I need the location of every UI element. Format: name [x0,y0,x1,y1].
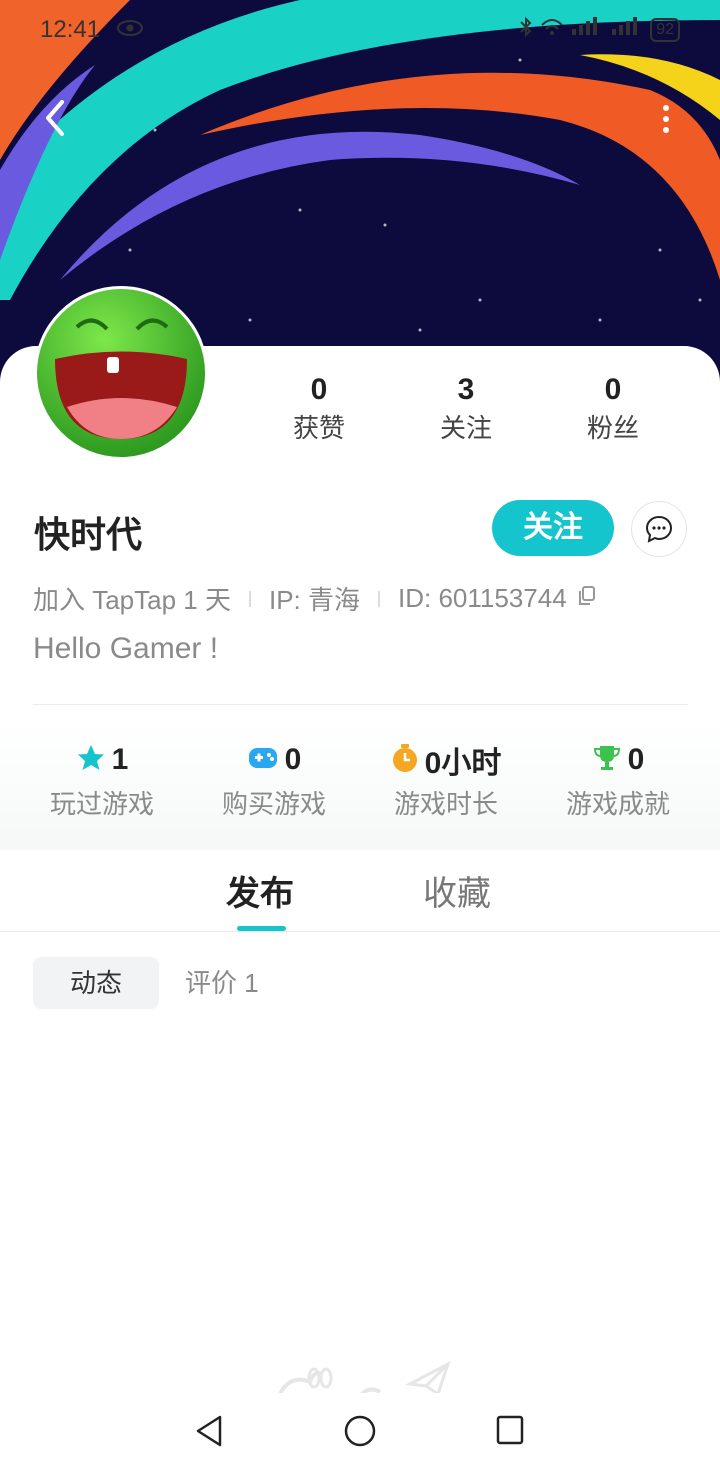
status-bar: 12:41 92 [0,0,720,60]
play-time-value: 0小时 [424,747,502,780]
eye-icon [116,18,144,44]
tab-favorites[interactable]: 收藏 [423,866,491,915]
empty-state-illustration [270,1360,460,1397]
avatar[interactable] [34,286,208,460]
gamepad-icon [247,745,279,776]
battery-indicator: 92 [650,18,680,42]
played-games-count: 1 [111,743,129,776]
nav-back-icon[interactable] [190,1411,230,1456]
tab-publish[interactable]: 发布 [226,866,294,915]
copy-icon[interactable] [577,583,597,614]
profile-meta: 加入 TapTap 1 天 IP: 青海 ID: 601153744 [33,580,597,617]
signal-icon [570,17,604,43]
message-button[interactable] [631,501,687,557]
divider [33,704,688,705]
likes-label: 获赞 [292,413,345,443]
game-stats-bar: 1 玩过游戏 0 购买游戏 0小时 游戏时长 0 游戏成就 [0,720,720,850]
signal-icon [610,17,644,43]
following-stat[interactable]: 3 关注 [411,372,521,446]
achievements-stat[interactable]: 0 游戏成就 [532,740,704,821]
join-info: 加入 TapTap 1 天 [33,585,231,615]
subtab-reviews[interactable]: 评价 1 [185,957,259,1009]
more-vertical-icon [663,105,669,133]
played-games-label: 玩过游戏 [49,789,154,819]
purchased-games-stat[interactable]: 0 购买游戏 [188,740,360,821]
system-nav-bar [0,1393,720,1469]
bluetooth-icon [518,16,534,44]
achievements-count: 0 [627,743,645,776]
tab-divider [0,931,720,932]
nav-home-icon[interactable] [342,1413,378,1454]
followers-count: 0 [604,373,622,406]
played-games-stat[interactable]: 1 玩过游戏 [16,740,188,821]
star-icon [76,743,106,778]
trophy-icon [592,743,622,778]
chat-bubble-icon [645,515,673,543]
user-id: ID: 601153744 [398,583,567,613]
likes-count: 0 [310,373,328,406]
play-time-label: 游戏时长 [393,789,498,819]
following-label: 关注 [439,413,492,443]
back-button[interactable] [36,96,76,142]
stopwatch-icon [391,743,419,778]
nav-recents-icon[interactable] [494,1413,526,1452]
profile-bio: Hello Gamer ! [33,632,219,665]
play-time-stat[interactable]: 0小时 游戏时长 [360,740,532,821]
ip-info: IP: 青海 [268,585,360,615]
more-options-button[interactable] [650,96,682,142]
followers-stat[interactable]: 0 粉丝 [558,372,668,446]
likes-stat[interactable]: 0 获赞 [264,372,374,446]
purchased-games-count: 0 [284,743,302,776]
achievements-label: 游戏成就 [565,789,670,819]
followers-label: 粉丝 [586,413,639,443]
purchased-games-label: 购买游戏 [221,789,326,819]
chevron-left-icon [46,100,64,136]
meta-separator [248,590,251,607]
subtab-moments[interactable]: 动态 [33,957,159,1009]
status-icons: 92 [518,16,680,44]
meta-separator [378,590,380,607]
wifi-icon [540,17,564,43]
status-time: 12:41 [40,16,101,43]
profile-name: 快时代 [34,514,143,555]
following-count: 3 [457,373,475,406]
follow-button[interactable]: 关注 [492,500,614,556]
